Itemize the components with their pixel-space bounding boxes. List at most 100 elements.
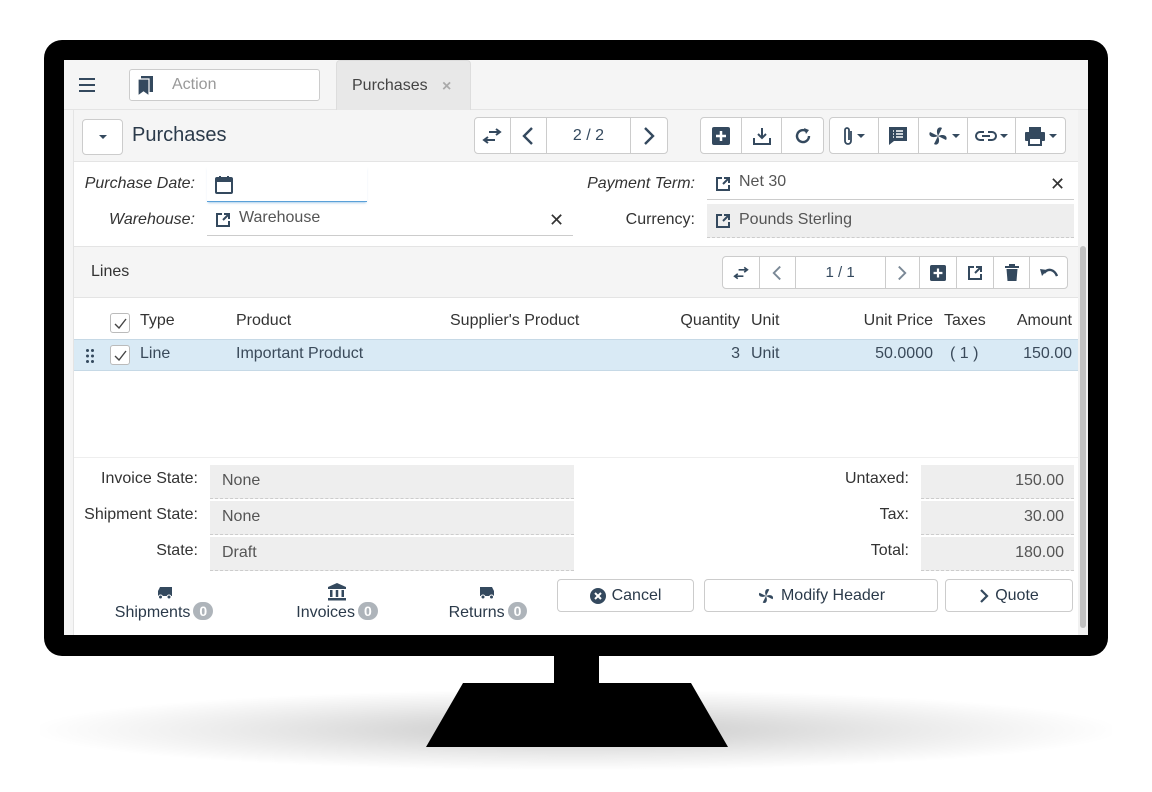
switch-view-button[interactable] — [475, 118, 511, 153]
extra-toolbar — [829, 117, 1066, 154]
lines-undo-button[interactable] — [1030, 257, 1067, 288]
form-menu-dropdown[interactable] — [82, 119, 123, 155]
tab-close-icon[interactable]: × — [442, 78, 451, 96]
lines-switch-view-button[interactable] — [723, 257, 760, 288]
switch-view-icon — [733, 266, 749, 279]
trash-icon — [1004, 264, 1019, 281]
hamburger-menu-icon[interactable] — [78, 74, 98, 96]
previous-icon — [522, 126, 534, 145]
monitor-base — [426, 683, 728, 747]
open-link-icon[interactable] — [715, 176, 731, 192]
attachment-button[interactable] — [830, 118, 879, 153]
check-icon — [114, 318, 127, 329]
lines-new-button[interactable] — [920, 257, 958, 288]
column-header-supplier-product[interactable]: Supplier's Product — [450, 312, 579, 330]
returns-link[interactable]: Returns 0 — [428, 582, 548, 622]
undo-icon — [1039, 268, 1058, 277]
shipments-label: Shipments — [114, 604, 191, 621]
invoice-state-label: Invoice State: — [101, 470, 198, 487]
action-button[interactable] — [919, 118, 968, 153]
action-input[interactable] — [170, 74, 310, 96]
modify-header-label: Modify Header — [780, 586, 886, 604]
invoice-state-value: None — [222, 472, 261, 489]
modify-header-button[interactable]: Modify Header — [704, 579, 938, 612]
quote-label: Quote — [995, 586, 1039, 604]
form-panel: Purchases 2 / 2 Purchase Date: Warehouse… — [73, 110, 1079, 635]
payment-term-value: Net 30 — [739, 173, 787, 190]
scrollbar-thumb[interactable] — [1080, 246, 1086, 628]
cell-amount: 150.00 — [1023, 345, 1072, 362]
purchase-date-field[interactable] — [207, 166, 367, 202]
payment-term-field[interactable]: Net 30 ✕ — [707, 166, 1074, 200]
drag-handle-icon[interactable] — [86, 349, 94, 363]
shipments-link[interactable]: Shipments 0 — [104, 582, 224, 622]
warehouse-field[interactable]: Warehouse ✕ — [207, 202, 573, 236]
currency-field: Pounds Sterling — [707, 204, 1074, 238]
column-header-product[interactable]: Product — [236, 312, 291, 330]
total-value: 180.00 — [1015, 544, 1064, 561]
relate-button[interactable] — [968, 118, 1017, 153]
column-header-quantity[interactable]: Quantity — [660, 312, 740, 330]
action-icon — [758, 588, 774, 603]
total-field: 180.00 — [921, 537, 1074, 571]
cancel-label: Cancel — [611, 586, 662, 604]
column-header-unit[interactable]: Unit — [751, 312, 779, 330]
open-link-icon[interactable] — [715, 213, 731, 229]
caret-down-icon — [951, 133, 960, 138]
next-icon — [898, 265, 908, 280]
note-button[interactable] — [879, 118, 920, 153]
select-all-checkbox[interactable] — [110, 313, 130, 333]
tax-field: 30.00 — [921, 501, 1074, 535]
print-button[interactable] — [1016, 118, 1065, 153]
column-header-unit-price[interactable]: Unit Price — [834, 312, 933, 330]
caret-down-icon — [857, 133, 866, 138]
monitor-neck — [554, 655, 599, 685]
table-row[interactable]: Line Important Product 3 Unit 50.0000 ( … — [74, 339, 1079, 371]
calendar-icon[interactable] — [215, 176, 233, 194]
shipments-count-badge: 0 — [193, 602, 214, 620]
save-button[interactable] — [742, 118, 783, 153]
previous-record-button[interactable] — [511, 118, 547, 153]
invoices-label: Invoices — [296, 604, 355, 621]
lines-record-position: 1 / 1 — [796, 257, 886, 288]
reload-button[interactable] — [782, 118, 823, 153]
lines-next-button[interactable] — [886, 257, 921, 288]
app-screen: Purchases × Purchases 2 / 2 — [64, 60, 1088, 635]
record-actions-toolbar — [700, 117, 824, 154]
quote-button[interactable]: Quote — [945, 579, 1073, 612]
untaxed-field: 150.00 — [921, 465, 1074, 499]
open-link-icon[interactable] — [215, 212, 231, 228]
tab-purchases[interactable]: Purchases × — [336, 60, 471, 110]
action-search[interactable] — [129, 69, 320, 101]
caret-down-icon — [1049, 133, 1058, 138]
row-select-checkbox[interactable] — [110, 345, 130, 365]
vertical-scrollbar[interactable] — [1078, 110, 1088, 635]
open-link-icon — [968, 265, 983, 280]
switch-view-icon — [482, 127, 503, 144]
reload-icon — [795, 127, 810, 143]
cell-type: Line — [140, 345, 171, 362]
next-record-button[interactable] — [631, 118, 667, 153]
invoices-link[interactable]: Invoices 0 — [277, 582, 397, 622]
cancel-button[interactable]: Cancel — [557, 579, 694, 612]
column-header-amount[interactable]: Amount — [994, 312, 1072, 330]
bookmark-icon — [137, 76, 153, 96]
clear-payment-term-icon[interactable]: ✕ — [1050, 174, 1065, 195]
tax-value: 30.00 — [1023, 508, 1064, 525]
chevron-right-icon — [980, 588, 989, 603]
lines-delete-button[interactable] — [994, 257, 1031, 288]
save-icon — [752, 127, 771, 145]
top-bar: Purchases × — [64, 60, 1088, 110]
invoice-state-field: None — [210, 465, 574, 499]
lines-previous-button[interactable] — [760, 257, 796, 288]
relate-icon — [975, 129, 998, 142]
new-record-button[interactable] — [701, 118, 742, 153]
currency-value: Pounds Sterling — [739, 211, 852, 228]
total-label: Total: — [870, 542, 909, 559]
lines-open-button[interactable] — [957, 257, 995, 288]
column-header-type[interactable]: Type — [140, 312, 175, 330]
column-header-taxes[interactable]: Taxes — [944, 312, 986, 330]
caret-down-icon — [98, 135, 107, 139]
lines-navigation: 1 / 1 — [722, 256, 1068, 289]
print-icon — [1025, 126, 1046, 146]
